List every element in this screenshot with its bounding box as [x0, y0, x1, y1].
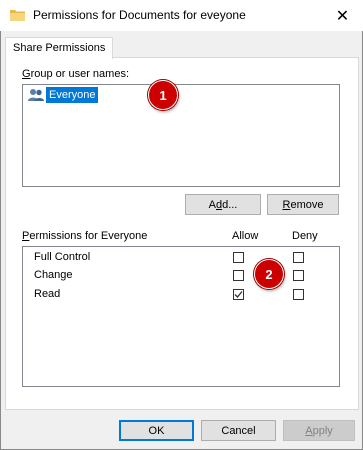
- checkmark-icon: [234, 291, 243, 298]
- allow-column-header: Allow: [232, 230, 259, 242]
- cancel-button[interactable]: Cancel: [201, 420, 276, 441]
- remove-button-label: Remove: [282, 198, 324, 211]
- group-label-rest: roup or user names:: [30, 68, 129, 80]
- permissions-list: [22, 246, 340, 387]
- permission-name-change: Change: [34, 269, 73, 281]
- change-allow-checkbox[interactable]: [233, 270, 244, 281]
- permissions-label-rest: ermissions for Everyone: [29, 230, 148, 242]
- users-icon: [28, 88, 44, 102]
- read-deny-checkbox[interactable]: [293, 289, 304, 300]
- folder-icon: [10, 9, 25, 21]
- group-label-mnemonic: G: [22, 68, 31, 80]
- deny-column-header: Deny: [292, 230, 318, 242]
- window-border-left: [0, 31, 1, 450]
- list-item[interactable]: Everyone: [24, 86, 336, 104]
- remove-button[interactable]: Remove: [267, 194, 339, 215]
- permission-name-read: Read: [34, 288, 61, 300]
- apply-button-label: Apply: [305, 424, 333, 437]
- add-button-label: Add...: [208, 198, 238, 211]
- change-deny-checkbox[interactable]: [293, 270, 304, 281]
- permissions-label: Permissions for Everyone: [22, 230, 147, 242]
- list-item-label: Everyone: [44, 86, 100, 104]
- read-allow-checkbox[interactable]: [233, 289, 244, 300]
- group-list-label: Group or user names:: [22, 68, 129, 80]
- window-title: Permissions for Documents for eveyone: [33, 8, 246, 22]
- annotation-badge-1: 1: [148, 80, 178, 110]
- close-icon: ✕: [335, 7, 350, 25]
- full-control-deny-checkbox[interactable]: [293, 252, 304, 263]
- add-button[interactable]: Add...: [185, 194, 261, 215]
- permission-name-full-control: Full Control: [34, 251, 91, 263]
- annotation-badge-2: 2: [254, 259, 284, 289]
- ok-button[interactable]: OK: [119, 420, 194, 441]
- full-control-allow-checkbox[interactable]: [233, 252, 244, 263]
- apply-button[interactable]: Apply: [283, 420, 355, 441]
- tab-share-permissions[interactable]: Share Permissions: [5, 37, 114, 59]
- close-button[interactable]: ✕: [322, 0, 363, 31]
